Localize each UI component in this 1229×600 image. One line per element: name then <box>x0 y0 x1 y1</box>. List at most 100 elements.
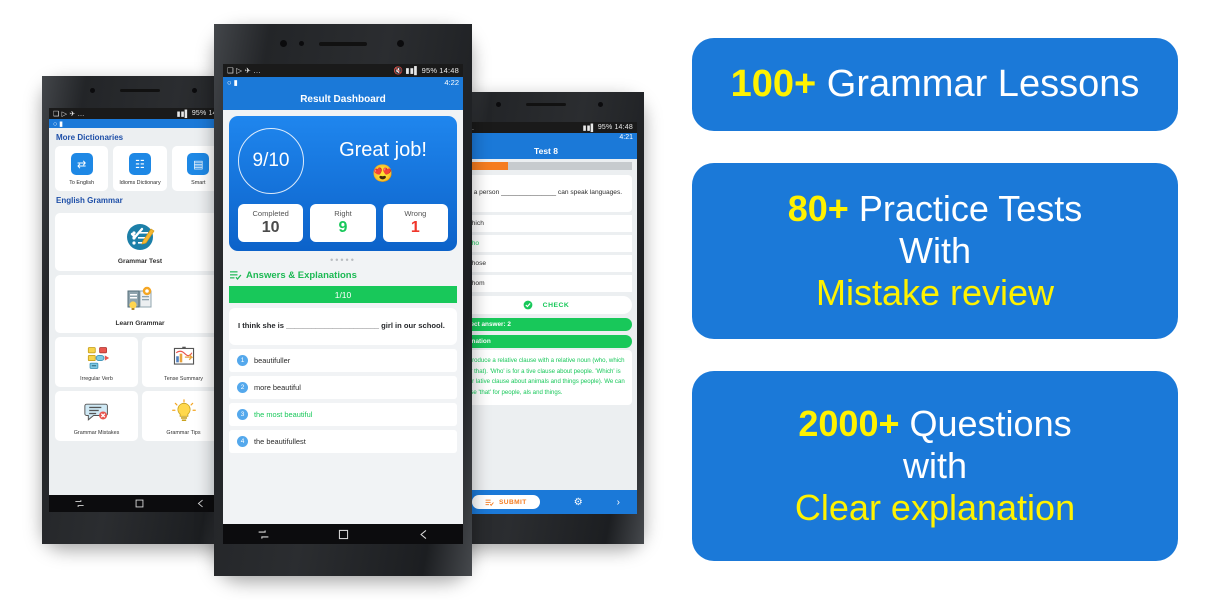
promo-card-questions: 2000+ Questions with Clear explanation <box>692 371 1178 561</box>
dictionary-tile-row: ⇄ To English ☷ Idioms Dictionary ▤ Smart <box>49 146 231 191</box>
home-icon[interactable] <box>337 528 350 541</box>
score-ring: 9/10 <box>238 128 304 194</box>
flowchart-icon <box>87 347 109 369</box>
gear-icon[interactable]: ⚙ <box>574 497 583 508</box>
answer-option-which[interactable]: which <box>460 215 632 233</box>
os-status-right: ▮▮▌ 95% 14:48 <box>583 124 633 132</box>
option-number: 2 <box>237 382 248 394</box>
promo-line-2: With <box>899 229 971 271</box>
check-button-label: CHECK <box>542 301 570 309</box>
earpiece-speaker <box>526 103 566 106</box>
checklist-pencil-icon <box>127 224 155 250</box>
promo-accent: 80+ <box>787 187 849 229</box>
back-icon[interactable] <box>417 528 430 541</box>
page-title: Result Dashboard <box>300 93 386 105</box>
sensor-dot <box>598 102 603 107</box>
feature-card-grammar-test[interactable]: Grammar Test <box>55 213 225 271</box>
battery-percent: 95% <box>191 110 207 117</box>
option-text: the beautifullest <box>254 437 306 447</box>
grid-item-grammar-tips[interactable]: Grammar Tips <box>142 391 225 441</box>
phone-center-screen: ❑ ▷ ✈ … 🔇 ▮▮▌ 95% 14:48 ○ ▮ 4:22 Result … <box>223 64 463 544</box>
option-number: 4 <box>237 436 248 448</box>
check-button[interactable]: CHECK <box>460 296 632 315</box>
lightbulb-icon <box>171 399 196 422</box>
answer-option-whose[interactable]: whose <box>460 255 632 273</box>
grammar-section: English Grammar Grammar Test Learn Gramm… <box>49 191 231 441</box>
answer-option-4[interactable]: 4 the beautifullest <box>229 430 457 454</box>
option-number: 1 <box>237 355 248 367</box>
stat-label: Right <box>334 209 352 218</box>
promo-accent: 2000+ <box>798 402 900 444</box>
sensor-dot-2 <box>397 40 404 47</box>
promo-accent: 100+ <box>730 63 817 106</box>
os-status-bar: ❑ ▷ ✈ … ▮▮▌ 95% 14:48 <box>49 108 231 119</box>
back-icon[interactable] <box>195 498 206 509</box>
answer-option-who[interactable]: who <box>460 235 632 253</box>
dictionary-tile-to-english[interactable]: ⇄ To English <box>55 146 109 191</box>
earpiece-speaker <box>319 42 367 46</box>
answers-list-icon <box>230 271 242 281</box>
os-status-right: 🔇 ▮▮▌ 95% 14:48 <box>394 66 459 75</box>
signal-icon: ▮▮▌ <box>582 124 596 132</box>
battery-percent: 95% <box>421 66 438 75</box>
grid-item-irregular-verb[interactable]: Irregular Verb <box>55 337 138 387</box>
chevron-right-icon[interactable]: › <box>617 497 620 508</box>
promo-line-1: 80+ Practice Tests <box>788 188 1083 230</box>
score-message-block: Great job! 😍 <box>318 139 448 184</box>
answers-header-label: Answers & Explanations <box>246 269 357 281</box>
feature-label: Grammar Test <box>117 258 163 265</box>
recents-icon[interactable] <box>74 498 85 509</box>
divider-dots: ••••• <box>330 255 356 265</box>
promo-line-3: Mistake review <box>815 272 1055 314</box>
submit-button[interactable]: SUBMIT <box>472 495 540 509</box>
grid-item-grammar-mistakes[interactable]: Grammar Mistakes <box>55 391 138 441</box>
correct-answer-banner: rect answer: 2 <box>460 318 632 332</box>
grammar-title: English Grammar <box>56 196 123 205</box>
android-nav-bar <box>223 524 463 544</box>
earpiece-speaker <box>120 89 160 92</box>
answer-option-1[interactable]: 1 beautifuller <box>229 349 457 373</box>
stat-wrong: Wrong 1 <box>382 204 448 242</box>
answers-explanations-header: Answers & Explanations <box>223 266 463 286</box>
heart-eyes-emoji-icon: 😍 <box>372 163 394 183</box>
option-number: 3 <box>237 409 248 421</box>
test-progress-bar <box>460 162 632 170</box>
app-clock: 4:21 <box>619 134 633 141</box>
test-bottom-bar: SUBMIT ⚙ › <box>455 490 637 514</box>
app-clock: 4:22 <box>444 78 459 87</box>
tile-label: To English <box>69 180 95 186</box>
phone-right: ✈ … ▮▮▌ 95% 14:48 4:21 Test 8 is a perso… <box>448 92 644 544</box>
app-status-strip: ○ ▮ 4:22 <box>223 77 463 88</box>
grid-label: Irregular Verb <box>80 376 113 382</box>
phone-left-screen: ❑ ▷ ✈ … ▮▮▌ 95% 14:48 ○ ▮ More Dictionar… <box>49 108 231 512</box>
feature-card-learn-grammar[interactable]: Learn Grammar <box>55 275 225 333</box>
grid-item-tense-summary[interactable]: Tense Summary <box>142 337 225 387</box>
page-title: Test 8 <box>534 145 558 156</box>
grid-icon: ☷ <box>128 153 151 175</box>
home-icon[interactable] <box>134 498 145 509</box>
answer-option-3[interactable]: 3 the most beautiful <box>229 403 457 427</box>
grammar-grid-row-1: Irregular Verb Tense Summary <box>49 333 231 387</box>
promo-line-1: 2000+ Questions <box>798 403 1071 445</box>
option-text: more beautiful <box>254 383 301 393</box>
recents-icon[interactable] <box>257 528 270 541</box>
promo-card-tests: 80+ Practice Tests With Mistake review <box>692 163 1178 339</box>
stat-value: 10 <box>261 219 280 236</box>
explanation-text: ntroduce a relative clause with a relati… <box>460 350 632 406</box>
promo-line-1: 100+ Grammar Lessons <box>731 62 1140 106</box>
promo-rest: Grammar Lessons <box>816 63 1140 106</box>
stats-row: Completed 10 Right 9 Wrong 1 <box>238 204 448 242</box>
dictionaries-title: More Dictionaries <box>56 133 124 142</box>
front-camera <box>90 88 95 93</box>
answer-option-2[interactable]: 2 more beautiful <box>229 376 457 400</box>
question-card: I think she is ______________________ gi… <box>229 308 457 346</box>
mute-icon: 🔇 <box>393 66 404 75</box>
dictionary-tile-idioms[interactable]: ☷ Idioms Dictionary <box>113 146 167 191</box>
dictionaries-section: More Dictionaries ⇄ To English ☷ Idioms … <box>49 128 231 191</box>
speech-error-icon <box>83 403 108 421</box>
score-message: Great job! <box>339 138 427 161</box>
check-circle-icon <box>523 300 533 310</box>
book-icon: ▤ <box>187 153 210 175</box>
answer-option-whom[interactable]: whom <box>460 275 632 293</box>
phone-center: ❑ ▷ ✈ … 🔇 ▮▮▌ 95% 14:48 ○ ▮ 4:22 Result … <box>214 24 472 576</box>
